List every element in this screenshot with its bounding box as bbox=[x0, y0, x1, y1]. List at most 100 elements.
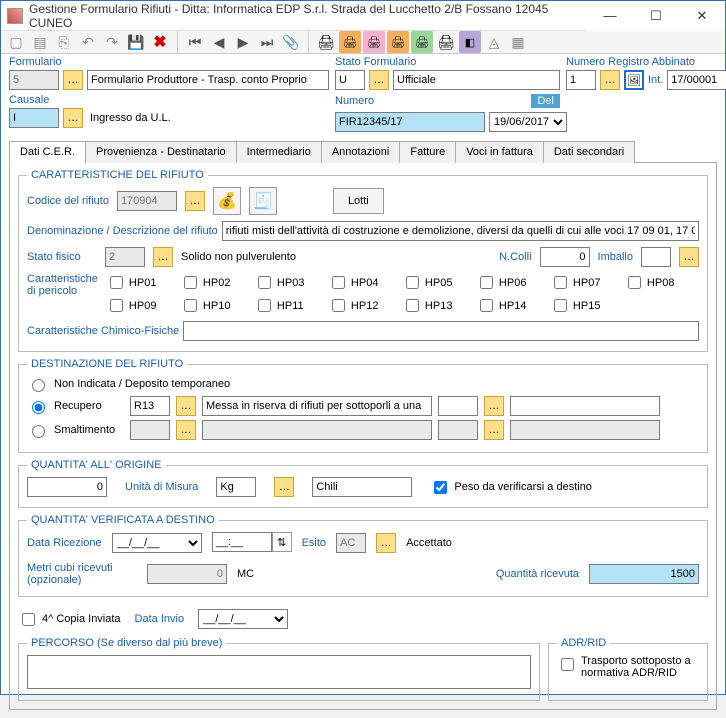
radio-non-indicata[interactable] bbox=[32, 379, 45, 392]
hp08[interactable]: HP08 bbox=[624, 273, 684, 292]
esito-code[interactable] bbox=[336, 533, 366, 553]
lookup-um-icon[interactable]: … bbox=[274, 477, 294, 497]
close-button[interactable]: ✕ bbox=[679, 1, 725, 31]
hp15[interactable]: HP15 bbox=[550, 296, 610, 315]
tab-dati-cer[interactable]: Dati C.E.R. bbox=[9, 141, 86, 163]
tab-provenienza[interactable]: Provenienza - Destinatario bbox=[85, 141, 237, 163]
hp04[interactable]: HP04 bbox=[328, 273, 388, 292]
print-orange2-icon[interactable]: 🖨 bbox=[387, 31, 409, 53]
bag1-icon[interactable]: 💰 bbox=[213, 187, 241, 215]
stato-fisico-code[interactable] bbox=[105, 247, 145, 267]
hp09[interactable]: HP09 bbox=[106, 296, 166, 315]
lotti-button[interactable]: Lotti bbox=[333, 188, 384, 214]
next-icon[interactable]: ▶ bbox=[232, 31, 254, 53]
lookup-formulario-icon[interactable]: … bbox=[63, 70, 83, 90]
numero-date[interactable]: 19/06/2017 bbox=[489, 112, 567, 132]
hp14[interactable]: HP14 bbox=[476, 296, 536, 315]
copy-icon[interactable]: ⎘ bbox=[53, 31, 75, 53]
chimico-input[interactable] bbox=[183, 321, 699, 341]
numero-input[interactable] bbox=[335, 112, 485, 132]
smaltimento-code[interactable] bbox=[130, 420, 170, 440]
smaltimento-extra-code[interactable] bbox=[438, 420, 478, 440]
adr-check-row[interactable]: Trasporto sottoposto a normativa ADR/RID bbox=[557, 655, 699, 679]
qorigine-input[interactable] bbox=[27, 477, 107, 497]
peso-check[interactable] bbox=[434, 481, 447, 494]
tab-intermediario[interactable]: Intermediario bbox=[236, 141, 322, 163]
open-icon[interactable]: ▤ bbox=[29, 31, 51, 53]
print-purple-icon[interactable]: ◧ bbox=[459, 31, 481, 53]
recupero-code[interactable] bbox=[130, 396, 170, 416]
registro-view-icon[interactable]: 🖼 bbox=[624, 70, 644, 90]
extra2-icon[interactable]: ▦ bbox=[507, 31, 529, 53]
um-code[interactable] bbox=[216, 477, 256, 497]
redo-icon[interactable]: ↷ bbox=[101, 31, 123, 53]
hp10[interactable]: HP10 bbox=[180, 296, 240, 315]
recupero-extra-code[interactable] bbox=[438, 396, 478, 416]
time-spinner-icon[interactable]: ⇅ bbox=[272, 532, 292, 552]
print-orange-icon[interactable]: 🖨 bbox=[339, 31, 361, 53]
first-icon[interactable]: ⏮ bbox=[184, 31, 206, 53]
extra1-icon[interactable]: ◬ bbox=[483, 31, 505, 53]
last-icon[interactable]: ⏭ bbox=[256, 31, 278, 53]
lookup-smaltimento2-icon[interactable]: … bbox=[484, 420, 504, 440]
maximize-button[interactable]: ☐ bbox=[633, 1, 679, 31]
recupero-desc[interactable] bbox=[202, 396, 432, 416]
adr-check[interactable] bbox=[561, 658, 574, 671]
lookup-imballo-icon[interactable]: … bbox=[679, 247, 699, 267]
ncolli-input[interactable] bbox=[540, 247, 590, 267]
invio-date[interactable]: __/__/__ bbox=[198, 609, 288, 629]
percorso-textarea[interactable] bbox=[27, 655, 531, 689]
hp06[interactable]: HP06 bbox=[476, 273, 536, 292]
tab-fatture[interactable]: Fatture bbox=[399, 141, 456, 163]
registro-num[interactable] bbox=[566, 70, 596, 90]
lookup-codice-icon[interactable]: … bbox=[185, 191, 205, 211]
int-val[interactable] bbox=[667, 70, 726, 90]
tab-voci[interactable]: Voci in fattura bbox=[455, 141, 544, 163]
tab-secondari[interactable]: Dati secondari bbox=[543, 141, 635, 163]
stato-code[interactable] bbox=[335, 70, 365, 90]
lookup-recupero-icon[interactable]: … bbox=[176, 396, 196, 416]
prev-icon[interactable]: ◀ bbox=[208, 31, 230, 53]
tab-annotazioni[interactable]: Annotazioni bbox=[321, 141, 401, 163]
um-desc[interactable] bbox=[312, 477, 412, 497]
minimize-button[interactable]: — bbox=[587, 1, 633, 31]
hp01[interactable]: HP01 bbox=[106, 273, 166, 292]
recupero-extra-desc[interactable] bbox=[510, 396, 660, 416]
print1-icon[interactable]: 🖨 bbox=[315, 31, 337, 53]
formulario-num[interactable] bbox=[9, 70, 59, 90]
codice-rifiuto-input[interactable] bbox=[117, 191, 177, 211]
peso-check-row[interactable]: Peso da verificarsi a destino bbox=[430, 478, 592, 497]
copia-check-row[interactable]: 4^ Copia Inviata bbox=[18, 610, 121, 629]
smaltimento-desc[interactable] bbox=[202, 420, 432, 440]
qric-input[interactable] bbox=[589, 564, 699, 584]
radio-recupero[interactable] bbox=[32, 401, 45, 414]
hp05[interactable]: HP05 bbox=[402, 273, 462, 292]
attach-icon[interactable]: 📎 bbox=[280, 31, 302, 53]
data-ricezione-date[interactable]: __/__/__ bbox=[112, 533, 202, 553]
data-ricezione-time[interactable] bbox=[212, 532, 272, 552]
print-pink-icon[interactable]: 🖨 bbox=[363, 31, 385, 53]
lookup-causale-icon[interactable]: … bbox=[63, 108, 83, 128]
stato-desc[interactable] bbox=[393, 70, 560, 90]
hp03[interactable]: HP03 bbox=[254, 273, 314, 292]
lookup-stato-fisico-icon[interactable]: … bbox=[153, 247, 173, 267]
imballo-input[interactable] bbox=[641, 247, 671, 267]
mc-input[interactable] bbox=[147, 564, 227, 584]
lookup-esito-icon[interactable]: … bbox=[376, 533, 396, 553]
new-icon[interactable]: ▢ bbox=[5, 31, 27, 53]
hp11[interactable]: HP11 bbox=[254, 296, 314, 315]
delete-icon[interactable]: ✖ bbox=[149, 31, 171, 53]
lookup-stato-icon[interactable]: … bbox=[369, 70, 389, 90]
lookup-registro-icon[interactable]: … bbox=[600, 70, 620, 90]
bag2-icon[interactable]: 🧾 bbox=[249, 187, 277, 215]
undo-icon[interactable]: ↶ bbox=[77, 31, 99, 53]
causale-code[interactable] bbox=[9, 108, 59, 128]
hp13[interactable]: HP13 bbox=[402, 296, 462, 315]
hp02[interactable]: HP02 bbox=[180, 273, 240, 292]
formulario-desc[interactable] bbox=[87, 70, 329, 90]
smaltimento-extra-desc[interactable] bbox=[510, 420, 660, 440]
lookup-recupero2-icon[interactable]: … bbox=[484, 396, 504, 416]
hp07[interactable]: HP07 bbox=[550, 273, 610, 292]
copia-check[interactable] bbox=[22, 613, 35, 626]
radio-smaltimento[interactable] bbox=[32, 425, 45, 438]
